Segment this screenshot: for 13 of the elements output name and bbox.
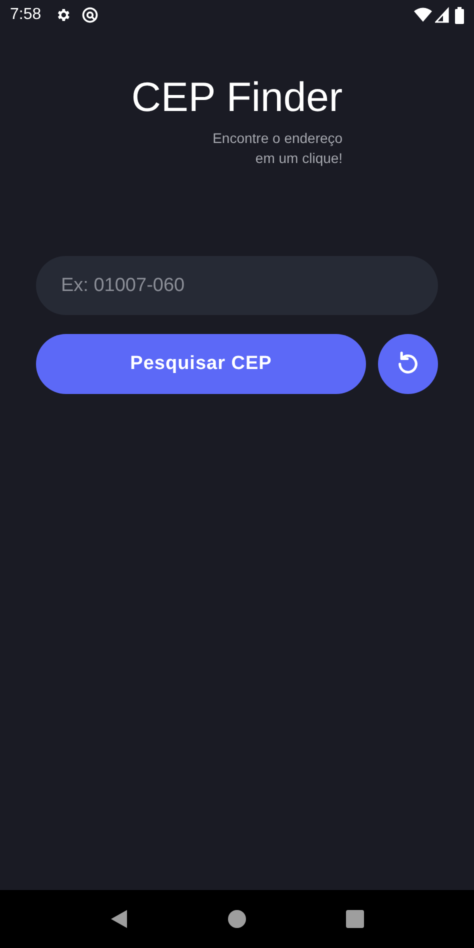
signal-icon — [435, 7, 449, 23]
battery-icon — [455, 6, 464, 24]
at-sign-icon — [81, 6, 100, 24]
subtitle-line: Encontre o endereço — [212, 129, 343, 148]
search-button[interactable]: Pesquisar CEP — [36, 334, 366, 394]
back-icon[interactable] — [110, 909, 128, 929]
wifi-icon — [414, 7, 432, 23]
settings-icon — [55, 7, 72, 23]
status-time: 7:58 — [10, 5, 42, 25]
subtitle-line: em um clique! — [255, 149, 343, 168]
home-icon[interactable] — [228, 910, 246, 928]
cep-input-field[interactable]: Ex: 01007-060 — [36, 256, 438, 315]
app-title: CEP Finder — [131, 73, 343, 122]
